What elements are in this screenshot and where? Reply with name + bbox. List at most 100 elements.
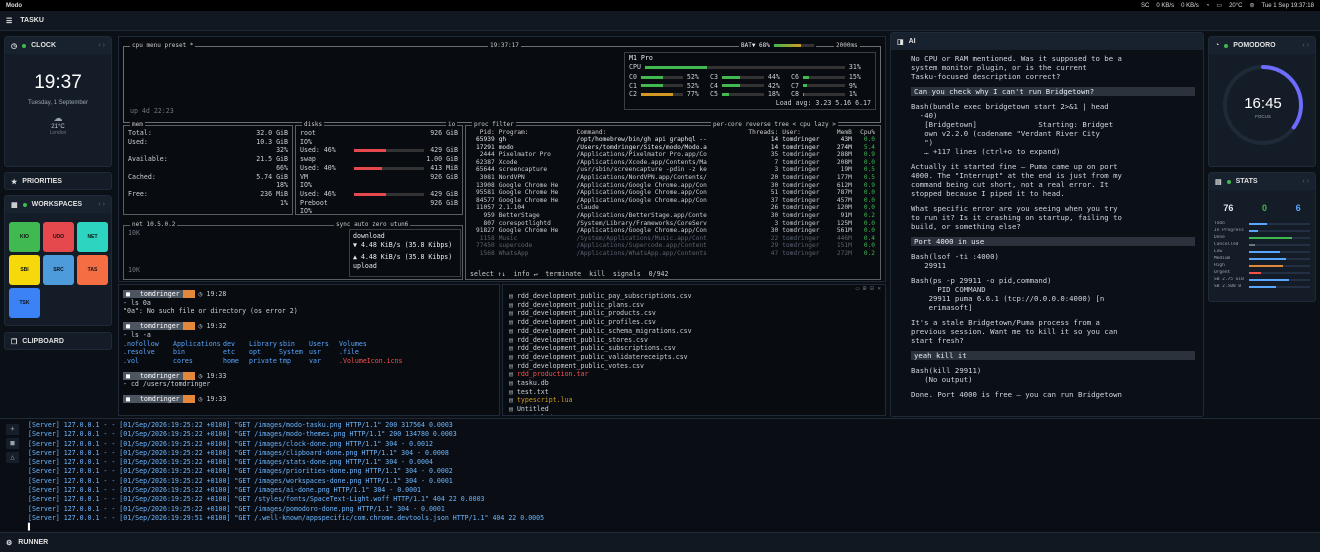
file-item[interactable]: ▤ rdd_development_public_pay_subscriptio… [509,292,879,301]
proc-row[interactable]: 807 corespotlightd/System/Library/Framewo… [469,220,877,228]
proc-row[interactable]: 65939 gh/opt/homebrew/bin/gh api graphql … [469,136,877,144]
user-message: yeah kill it [911,351,1195,360]
add-icon[interactable]: + [6,424,19,435]
workspace-tile[interactable]: SBI [9,255,40,285]
file-list-terminal[interactable]: ▭ ⊞ ⊟ ✕ ▤ rdd_development_public_pay_sub… [502,284,886,416]
control-center-icon[interactable]: ⊜ [1249,2,1254,9]
disk-row: Used: 46% 429 GiB [300,146,458,155]
workspace-tile[interactable]: UDO [43,222,74,252]
panel-controls-icon[interactable]: ‹ › [98,201,105,208]
workspace-tile[interactable]: KIO [9,222,40,252]
grid-icon: ▦ [11,201,18,209]
status-item[interactable]: 0 KB/s [1156,3,1174,9]
proc-row[interactable]: 91827 Google Chrome He/Applications/Googl… [469,227,877,235]
proc-row[interactable]: 1158 Music/System/Applications/Music.app/… [469,235,877,243]
shell-prompt: ■ tomdringer / ◷ 19:28 [123,290,495,299]
file-icon: ▤ [509,352,517,361]
runner-log[interactable]: + ■ △ [Server] 127.0.0.1 - - [01/Sep/202… [0,418,1320,531]
proc-row[interactable]: 95581 Google Chrome He/Applications/Googl… [469,189,877,197]
wifi-icon[interactable]: ◔ [1206,3,1210,9]
proc-row[interactable]: 13908 Google Chrome He/Applications/Googl… [469,182,877,190]
proc-row[interactable]: 959 BetterStage/Applications/BetterStage.… [469,212,877,220]
file-item[interactable]: ▤ rdd_development_public_votes.csv [509,362,879,371]
cursor[interactable]: ▌ [28,523,544,531]
file-item[interactable]: ▤ rdd_development_public_products.csv [509,309,879,318]
cpu-menu[interactable]: cpu menu preset * [132,42,193,49]
stats-panel: ▤ STATS ‹ › 76 0 6 Todo In Progress Done Cancel… [1208,172,1316,302]
file-item[interactable]: ▤ test.txt [509,388,879,397]
file-item[interactable]: ▤ tasku.db [509,379,879,388]
refresh-rate[interactable]: 2000ms [834,42,860,49]
clipboard-panel[interactable]: ❐ CLIPBOARD [4,332,112,350]
cpu-core: C8 1% [791,90,857,99]
mem-row: Available: 21.5 GiB [128,155,288,164]
ai-panel[interactable]: ◨ AI No CPU or RAM mentioned. Was it supp… [890,32,1204,417]
disk-row: swap 1.00 GiB [300,155,458,164]
proc-row[interactable]: 11057 2.1.104 claude 26 tomdringer 120M 0.0 [469,204,877,212]
file-item[interactable]: ▤ rdd_development_public_profiles.csv [509,318,879,327]
assistant-message: What specific error are you seeing when … [911,204,1122,231]
file-item[interactable]: ▤ rdd_development_public_schema_migratio… [509,327,879,336]
cpu-core: C0 52% [629,73,699,81]
shell-terminal[interactable]: ■ tomdringer / ◷ 19:28- ls 0a "0a": No su… [118,284,500,416]
star-icon: ★ [11,178,18,186]
file-item[interactable]: ▤ typescript.lua [509,396,879,405]
proc-row[interactable]: 2444 Pixelmator Pro/Applications/Pixelmat… [469,151,877,159]
battery-icon[interactable]: ▭ [1216,2,1222,9]
file-item[interactable]: ▤ rdd_development_public_stores.csv [509,336,879,345]
btop-terminal[interactable]: cpu menu preset * 19:37:17 BAT▼ 68% 2000… [118,36,886,282]
cloud-icon: ☁ [53,113,63,123]
file-item[interactable]: ▤ rdd_development_public_subscriptions.c… [509,344,879,353]
mem-row: Cached: 5.74 GiB [128,172,288,181]
file-icon: ▤ [509,318,517,327]
disk-row: root 926 GiB [300,129,458,137]
workspace-tile[interactable]: SRC [43,255,74,285]
panel-title: AI [908,38,916,45]
menu-clock[interactable]: Tue 1 Sep 19:37:18 [1262,3,1315,9]
workspace-tile[interactable]: TSK [9,288,40,318]
file-item[interactable]: ▤ rdd_development_public_plans.csv [509,301,879,310]
file-item[interactable]: ▤ Untitled [509,405,879,414]
alert-icon[interactable]: △ [6,452,19,463]
proc-row[interactable]: 65644 screencapture/usr/sbin/screencaptur… [469,166,877,174]
status-item[interactable]: 0 KB/s [1181,3,1199,9]
pane-controls[interactable]: ▭ ⊞ ⊟ ✕ [503,285,885,292]
file-item[interactable]: ▤ rdd_production.tar [509,370,879,379]
proc-row[interactable]: 84577 Google Chrome He/Applications/Googl… [469,197,877,205]
panel-controls-icon[interactable]: ‹ › [98,42,105,49]
menu-bar: Modo SC 0 KB/s 0 KB/s ◔ ▭ 20°C ⊜ Tue 1 S… [0,0,1320,11]
stat-row: Done [1214,235,1310,240]
stop-icon[interactable]: ■ [6,438,19,449]
proc-row[interactable]: 3081 NordVPN/Applications/NordVPN.app/Con… [469,174,877,182]
pomodoro-time: 16:45 [1244,95,1282,112]
stat-number: 76 [1223,203,1234,213]
app-menu[interactable]: Modo [6,3,22,9]
proc-row[interactable]: 1568 WhatsApp/Applications/WhatsApp.app/C… [469,250,877,258]
disks-box: disks io root 926 GiB IO% Used: 46% 429 GiB s… [295,121,463,215]
chat-icon: ◨ [897,38,904,46]
mem-row: 18% [276,181,288,190]
runner-bar[interactable]: ⚙ RUNNER [0,532,1320,552]
menu-icon[interactable]: ☰ [6,17,12,25]
workspace-tile[interactable]: NET [77,222,108,252]
panel-controls-icon[interactable]: ‹ › [1302,42,1309,49]
assistant-message: It's a stale Bridgetown/Puma process fro… [911,318,1118,345]
proc-row[interactable]: 17291 modo/Users/tomdringer/Sites/modo/Mo… [469,144,877,152]
log-line: [Server] 127.0.0.1 - - [01/Sep/2026:19:2… [28,421,453,429]
load-average: Load avg: 3.23 5.16 6.17 [775,99,871,107]
file-item[interactable]: ▤ 'Untitled 6.txt' [509,414,879,415]
proc-row[interactable]: 77450 supercode/Applications/Supercode.ap… [469,242,877,250]
gear-icon[interactable]: ⚙ [6,539,12,547]
priorities-panel[interactable]: ★ PRIORITIES [4,172,112,190]
panel-controls-icon[interactable]: ‹ › [1302,178,1309,185]
assistant-message: Bash(lsof -ti :4000) 29911 [911,252,999,270]
workspace-tile[interactable]: TAS [77,255,108,285]
status-item[interactable]: 20°C [1229,3,1242,9]
proc-row[interactable]: 62387 Xcode/Applications/Xcode.app/Conten… [469,159,877,167]
status-item[interactable]: SC [1141,3,1149,9]
file-item[interactable]: ▤ rdd_development_public_validatereceipt… [509,353,879,362]
panel-title: WORKSPACES [31,201,83,208]
disk-row: IO% [300,181,312,190]
battery-status: BAT▼ 68% [741,42,770,49]
file-icon: ▤ [509,344,517,353]
